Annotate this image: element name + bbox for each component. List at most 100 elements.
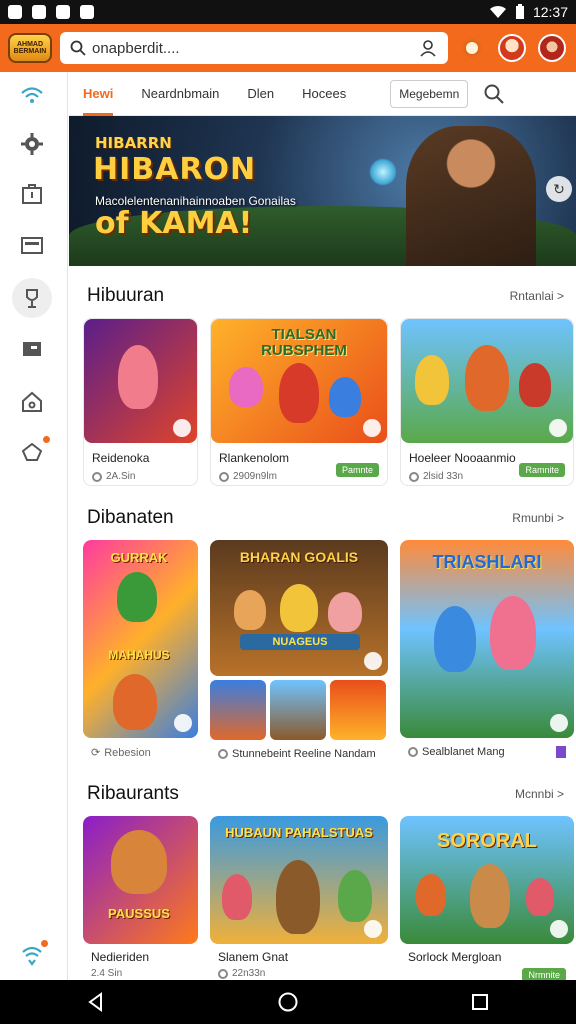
banner-hero-figure bbox=[406, 126, 536, 266]
sidebar-item-chat[interactable] bbox=[12, 432, 52, 472]
share-icon[interactable] bbox=[550, 920, 568, 938]
coin-icon bbox=[463, 39, 481, 57]
notification-dot bbox=[43, 436, 50, 443]
card-row: GURRAK MAHAHUS ⟳ Rebesion BHARAN GOALIS N… bbox=[69, 540, 576, 768]
user-icon[interactable] bbox=[418, 38, 438, 58]
game-meta: 2.4 Sin bbox=[91, 968, 123, 979]
home-circle-icon bbox=[278, 992, 298, 1012]
section-title: Hibuuran bbox=[87, 285, 165, 306]
battery-icon bbox=[515, 4, 524, 19]
clock-icon bbox=[219, 471, 229, 482]
game-card[interactable]: Reidenoka 2A.Sin bbox=[83, 318, 198, 486]
tag-icon: ⟳ bbox=[91, 747, 101, 759]
game-thumbnail bbox=[84, 319, 197, 443]
image-icon bbox=[80, 5, 94, 19]
status-bar-system: 12:37 bbox=[489, 4, 568, 20]
app-bar: AHMAD BERMAIN bbox=[0, 24, 576, 72]
see-more-link[interactable]: Rntanlai > bbox=[510, 289, 564, 303]
status-bar-notifications bbox=[8, 5, 94, 19]
thumbnail-subtitle: NUAGEUS bbox=[240, 634, 360, 650]
tab-dlen[interactable]: Dlen bbox=[233, 72, 288, 116]
share-icon[interactable] bbox=[549, 419, 567, 437]
share-icon[interactable] bbox=[364, 920, 382, 938]
sidebar-item-briefcase[interactable] bbox=[12, 174, 52, 214]
sidebar-item-tv[interactable] bbox=[12, 226, 52, 266]
sidebar-item-network[interactable] bbox=[12, 934, 52, 974]
tab-hewi[interactable]: Hewi bbox=[69, 72, 127, 116]
share-icon[interactable] bbox=[173, 419, 191, 437]
section-title: Dibanaten bbox=[87, 507, 174, 528]
game-card[interactable]: Hoeleer Nooaanmio 2lsid 33n Ramnite bbox=[400, 318, 574, 486]
back-button[interactable] bbox=[76, 982, 116, 1022]
mini-thumbnail[interactable] bbox=[330, 680, 386, 740]
card-row: Reidenoka 2A.Sin TIALSAN RUBSPHEM Rlanke… bbox=[69, 318, 576, 486]
mini-thumbnail[interactable] bbox=[270, 680, 326, 740]
mascot-button[interactable] bbox=[496, 32, 528, 64]
game-meta: 2A.Sin bbox=[84, 471, 197, 482]
tab-bar: Hewi Neardnbmain Dlen Hocees Megebemn bbox=[69, 72, 576, 116]
search-box[interactable] bbox=[60, 32, 448, 64]
profile-button[interactable] bbox=[536, 32, 568, 64]
home-button[interactable] bbox=[268, 982, 308, 1022]
coin-button[interactable] bbox=[456, 32, 488, 64]
thumbnail-subtitle: MAHAHUS bbox=[108, 648, 170, 662]
app-logo[interactable]: AHMAD BERMAIN bbox=[8, 33, 52, 63]
game-card[interactable]: GURRAK MAHAHUS ⟳ Rebesion bbox=[83, 540, 198, 768]
search-icon[interactable] bbox=[482, 82, 506, 106]
sidebar-item-monitor[interactable] bbox=[12, 330, 52, 370]
mini-thumbnail[interactable] bbox=[210, 680, 266, 740]
share-icon[interactable] bbox=[550, 714, 568, 732]
game-thumbnail bbox=[401, 319, 573, 443]
sidebar-item-trophy[interactable] bbox=[12, 278, 52, 318]
play-button[interactable]: Pamnte bbox=[335, 463, 379, 477]
thumbnail-title: BHARAN GOALIS bbox=[239, 549, 359, 565]
wifi-status-icon bbox=[489, 5, 506, 18]
trophy-icon bbox=[26, 289, 38, 308]
tab-hocees[interactable]: Hocees bbox=[288, 72, 360, 116]
tab-neardnbmain[interactable]: Neardnbmain bbox=[127, 72, 233, 116]
play-button[interactable]: Ramnite bbox=[519, 463, 565, 477]
thumbnail-title: TIALSAN RUBSPHEM bbox=[261, 326, 347, 359]
sidebar-item-settings[interactable] bbox=[12, 124, 52, 164]
share-icon[interactable] bbox=[174, 714, 192, 732]
banner-next-button[interactable]: ↻ bbox=[546, 176, 572, 202]
sidebar-item-wifi[interactable] bbox=[12, 76, 52, 116]
search-input[interactable] bbox=[92, 39, 412, 57]
game-card[interactable]: BHARAN GOALIS NUAGEUS Stunnebeint Reelin… bbox=[210, 540, 388, 768]
see-more-link[interactable]: Mcnnbi > bbox=[515, 787, 564, 801]
game-meta: ⟳ Rebesion bbox=[91, 746, 151, 760]
filter-button[interactable]: Megebemn bbox=[390, 79, 469, 108]
game-meta: Stunnebeint Reeline Nandam bbox=[210, 748, 388, 760]
shield-icon bbox=[32, 5, 46, 19]
bookmark-icon[interactable] bbox=[556, 746, 566, 758]
notification-dot bbox=[41, 940, 48, 947]
game-card[interactable]: TRIASHLARI Sealblanet Mang bbox=[400, 540, 574, 768]
thumbnail-title: GURRAK bbox=[110, 550, 168, 565]
recents-button[interactable] bbox=[460, 982, 500, 1022]
card-row: PAUSSUS Nedieriden 2.4 Sin HUBAUN PAHALS… bbox=[69, 816, 576, 982]
section-header: Hibuuran Rntanlai > bbox=[69, 274, 576, 318]
monitor-icon bbox=[23, 342, 41, 356]
section-title: Ribaurants bbox=[87, 783, 179, 804]
game-thumbnail: HUBAUN PAHALSTUAS bbox=[210, 816, 388, 944]
share-icon[interactable] bbox=[363, 419, 381, 437]
game-thumbnail: SORORAL bbox=[400, 816, 574, 944]
avatar bbox=[538, 34, 566, 62]
game-card[interactable]: TIALSAN RUBSPHEM Rlankenolom 2909n9lm Pa… bbox=[210, 318, 388, 486]
game-meta: Sealblanet Mang bbox=[400, 746, 574, 758]
hero-banner[interactable]: HIBARRN HIBARON Macolelentenanihainnoabe… bbox=[69, 116, 576, 266]
thumbnail-title: TRIASHLARI bbox=[432, 552, 542, 572]
mascot-avatar bbox=[498, 34, 526, 62]
banner-title-line2: HIBARON bbox=[93, 152, 257, 187]
game-card[interactable]: PAUSSUS Nedieriden 2.4 Sin bbox=[83, 816, 198, 982]
game-card[interactable]: HUBAUN PAHALSTUAS Slanem Gnat 22n33n bbox=[210, 816, 388, 982]
thumbnail-title: SORORAL bbox=[437, 830, 537, 852]
game-thumbnail: TRIASHLARI bbox=[400, 540, 574, 738]
wifi-icon bbox=[21, 87, 43, 103]
sidebar-item-home[interactable] bbox=[12, 382, 52, 422]
share-icon[interactable] bbox=[364, 652, 382, 670]
network-icon bbox=[22, 946, 42, 966]
recents-icon bbox=[472, 994, 488, 1010]
see-more-link[interactable]: Rmunbi > bbox=[512, 511, 564, 525]
game-card[interactable]: SORORAL Sorlock Mergloan Nrmnite bbox=[400, 816, 574, 982]
